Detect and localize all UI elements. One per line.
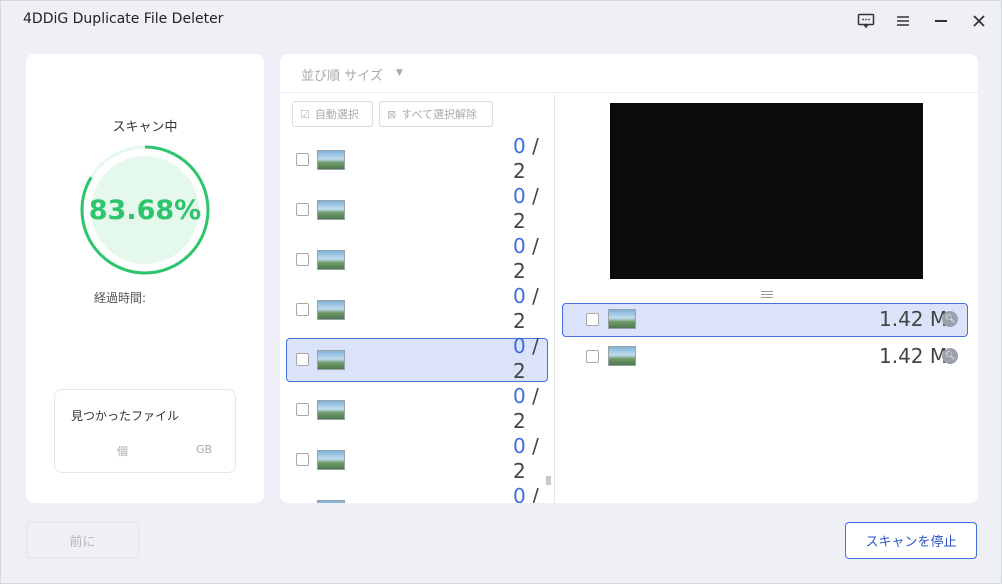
- total-count: 2: [513, 459, 526, 483]
- scan-status-label: スキャン中: [112, 120, 178, 135]
- group-checkbox[interactable]: [296, 203, 309, 216]
- selection-count: 0 /2: [513, 384, 553, 434]
- title-bar: 4DDiG Duplicate File Deleter: [1, 1, 1001, 41]
- elapsed-time-label: 経過時間:: [94, 291, 147, 305]
- selection-count: 0 /2: [513, 134, 553, 184]
- auto-select-button[interactable]: ☑ 自動選択: [292, 101, 373, 127]
- total-count: 2: [513, 409, 526, 433]
- scan-progress-ring: 83.68%: [79, 144, 211, 276]
- file-size: 1.42 M: [879, 307, 948, 331]
- resize-handle-icon[interactable]: [761, 291, 773, 299]
- file-row[interactable]: 1.42 M 🔍︎: [562, 340, 968, 374]
- image-thumbnail-icon: [317, 150, 345, 170]
- selected-count: 0: [513, 484, 526, 503]
- count-separator: /: [525, 334, 539, 358]
- sort-dropdown[interactable]: 並び順 サイズ: [301, 65, 383, 84]
- file-row[interactable]: 1.42 M 🔍︎: [562, 303, 968, 337]
- selected-count: 0: [513, 284, 526, 308]
- progress-percent: 83.68%: [88, 194, 202, 226]
- app-title: 4DDiG Duplicate File Deleter: [23, 11, 224, 27]
- deselect-icon: ⊠: [387, 107, 397, 121]
- group-row[interactable]: 0 /: [286, 484, 548, 503]
- image-thumbnail-icon: [317, 300, 345, 320]
- image-thumbnail-icon: [317, 400, 345, 420]
- file-size: 1.42 M: [879, 344, 948, 368]
- file-checkbox[interactable]: [586, 313, 599, 326]
- group-row[interactable]: 0 /2: [286, 334, 548, 383]
- count-separator: /: [525, 134, 539, 158]
- selected-count: 0: [513, 134, 526, 158]
- group-row[interactable]: 0 /2: [286, 234, 548, 283]
- found-size-unit: GB: [196, 443, 213, 456]
- count-separator: /: [525, 284, 539, 308]
- total-count: 2: [513, 209, 526, 233]
- magnify-icon[interactable]: 🔍︎: [942, 348, 958, 364]
- group-checkbox[interactable]: [296, 253, 309, 266]
- stop-scan-button[interactable]: スキャンを停止: [845, 522, 977, 559]
- group-checkbox[interactable]: [296, 353, 309, 366]
- sort-bar: 並び順 サイズ ▼: [280, 54, 978, 93]
- magnify-icon[interactable]: 🔍︎: [942, 311, 958, 327]
- deselect-all-button[interactable]: ⊠ すべて選択解除: [379, 101, 493, 127]
- found-count-unit: 個: [117, 445, 128, 458]
- image-thumbnail-icon: [317, 500, 345, 503]
- menu-icon[interactable]: [891, 9, 915, 33]
- found-files-box: 見つかったファイル 個 GB: [54, 389, 236, 473]
- group-row[interactable]: 0 /2: [286, 284, 548, 333]
- file-checkbox[interactable]: [586, 350, 599, 363]
- selected-count: 0: [513, 434, 526, 458]
- count-separator: /: [525, 434, 539, 458]
- results-panel: 並び順 サイズ ▼ ☑ 自動選択 ⊠ すべて選択解除 0 /2 0 /2 0 /2 0…: [280, 54, 978, 503]
- minimize-icon[interactable]: [929, 9, 953, 33]
- preview-image: [610, 103, 923, 279]
- group-checkbox[interactable]: [296, 453, 309, 466]
- group-list[interactable]: ☑ 自動選択 ⊠ すべて選択解除 0 /2 0 /2 0 /2 0 /2 0 /2 0 /…: [280, 94, 555, 503]
- image-thumbnail-icon: [317, 250, 345, 270]
- scrollbar-thumb[interactable]: [546, 476, 551, 485]
- preview-pane: 1.42 M 🔍︎ 1.42 M 🔍︎: [556, 94, 978, 503]
- group-checkbox[interactable]: [296, 403, 309, 416]
- selection-count: 0 /: [513, 484, 553, 503]
- selected-count: 0: [513, 184, 526, 208]
- auto-select-icon: ☑: [300, 107, 310, 121]
- selection-count: 0 /2: [513, 184, 553, 234]
- group-row[interactable]: 0 /2: [286, 184, 548, 233]
- count-separator: /: [525, 184, 539, 208]
- group-row[interactable]: 0 /2: [286, 134, 548, 183]
- group-row[interactable]: 0 /2: [286, 434, 548, 483]
- found-files-title: 見つかったファイル: [71, 409, 180, 423]
- close-icon[interactable]: [967, 9, 991, 33]
- total-count: 2: [513, 359, 526, 383]
- scan-status-panel: スキャン中 83.68% 経過時間: 見つかったファイル 個 GB: [26, 54, 264, 503]
- group-checkbox[interactable]: [296, 303, 309, 316]
- image-thumbnail-icon: [317, 350, 345, 370]
- group-row[interactable]: 0 /2: [286, 384, 548, 433]
- group-checkbox[interactable]: [296, 153, 309, 166]
- total-count: 2: [513, 309, 526, 333]
- count-separator: /: [525, 484, 539, 503]
- back-button[interactable]: 前に: [26, 522, 139, 558]
- auto-select-label: 自動選択: [314, 108, 359, 121]
- selection-count: 0 /2: [513, 234, 553, 284]
- count-separator: /: [525, 234, 539, 258]
- image-thumbnail-icon: [608, 346, 636, 366]
- count-separator: /: [525, 384, 539, 408]
- selection-count: 0 /2: [513, 334, 553, 384]
- image-thumbnail-icon: [317, 450, 345, 470]
- selected-count: 0: [513, 334, 526, 358]
- deselect-all-label: すべて選択解除: [401, 108, 478, 121]
- selection-count: 0 /2: [513, 284, 553, 334]
- selected-count: 0: [513, 234, 526, 258]
- image-thumbnail-icon: [608, 309, 636, 329]
- selected-count: 0: [513, 384, 526, 408]
- chevron-down-icon[interactable]: ▼: [396, 68, 403, 78]
- total-count: 2: [513, 259, 526, 283]
- total-count: 2: [513, 159, 526, 183]
- feedback-icon[interactable]: [854, 9, 878, 33]
- image-thumbnail-icon: [317, 200, 345, 220]
